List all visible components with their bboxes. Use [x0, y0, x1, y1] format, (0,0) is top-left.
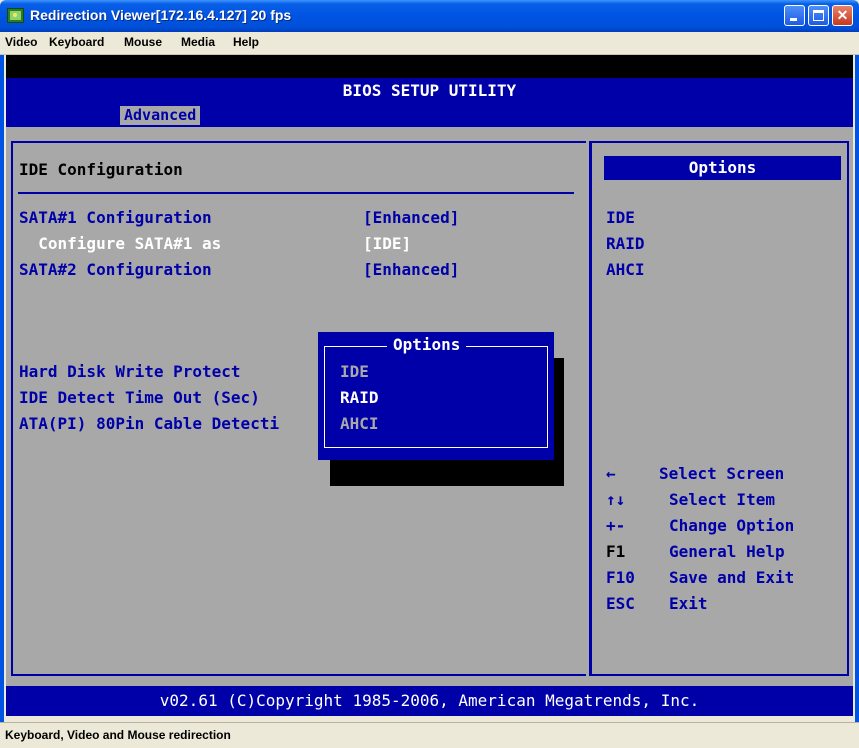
setting-value[interactable]: [Enhanced] — [363, 260, 459, 279]
setting-value[interactable]: [Enhanced] — [363, 208, 459, 227]
key-help: Select Item — [669, 490, 775, 509]
app-icon — [7, 8, 24, 23]
popup-title: Options — [387, 335, 467, 354]
close-icon: ✕ — [836, 7, 849, 23]
close-button[interactable]: ✕ — [832, 5, 853, 26]
bios-tab-bar: Advanced — [6, 104, 853, 127]
bios-header: BIOS SETUP UTILITY — [6, 78, 853, 104]
maximize-button[interactable] — [808, 5, 829, 26]
setting-label[interactable]: SATA#1 Configuration — [19, 208, 212, 227]
setting-label[interactable]: ATA(PI) 80Pin Cable Detecti — [19, 414, 279, 433]
window-border-left — [0, 32, 4, 722]
help-option: AHCI — [606, 260, 645, 279]
window-border-right — [855, 32, 859, 722]
setting-label-selected[interactable]: Configure SATA#1 as — [19, 234, 221, 253]
key-help: Change Option — [669, 516, 795, 535]
window-title: Redirection Viewer[172.16.4.127] 20 fps — [30, 7, 292, 23]
key-help: Exit — [669, 594, 708, 613]
help-option: RAID — [606, 234, 645, 253]
key-label: F1 — [606, 542, 626, 561]
bios-top-strip — [6, 55, 853, 78]
popup-option-selected[interactable]: RAID — [340, 388, 379, 407]
status-text: Keyboard, Video and Mouse redirection — [5, 728, 231, 742]
section-title: IDE Configuration — [19, 160, 183, 179]
minimize-button[interactable] — [784, 5, 805, 26]
menu-keyboard[interactable]: Keyboard — [49, 35, 104, 49]
menu-bar: Video Keyboard Mouse Media Help — [0, 32, 859, 55]
menu-media[interactable]: Media — [181, 35, 215, 49]
key-plus-minus-icon: +- — [606, 516, 626, 535]
status-bar: Keyboard, Video and Mouse redirection — [0, 722, 859, 748]
options-header: Options — [604, 156, 841, 180]
window-title-bar[interactable]: Redirection Viewer[172.16.4.127] 20 fps … — [0, 0, 859, 32]
key-help: General Help — [669, 542, 785, 561]
key-help: Select Screen — [659, 464, 785, 483]
popup-option[interactable]: AHCI — [340, 414, 379, 433]
tab-advanced[interactable]: Advanced — [120, 106, 201, 125]
key-help: Save and Exit — [669, 568, 795, 587]
key-left-arrow-icon: ← — [606, 464, 616, 483]
popup-option[interactable]: IDE — [340, 362, 369, 381]
maximize-icon — [813, 10, 824, 21]
setting-label[interactable]: SATA#2 Configuration — [19, 260, 212, 279]
menu-help[interactable]: Help — [233, 35, 259, 49]
setting-label[interactable]: IDE Detect Time Out (Sec) — [19, 388, 260, 407]
minimize-icon — [790, 18, 797, 21]
setting-label[interactable]: Hard Disk Write Protect — [19, 362, 241, 381]
help-option: IDE — [606, 208, 635, 227]
setting-value-selected[interactable]: [IDE] — [363, 234, 411, 253]
key-up-down-icon: ↑↓ — [606, 490, 626, 509]
bios-footer: v02.61 (C)Copyright 1985-2006, American … — [6, 686, 853, 716]
menu-video[interactable]: Video — [5, 35, 37, 49]
menu-mouse[interactable]: Mouse — [124, 35, 162, 49]
key-label: F10 — [606, 568, 635, 587]
key-label: ESC — [606, 594, 635, 613]
section-rule — [18, 192, 574, 194]
